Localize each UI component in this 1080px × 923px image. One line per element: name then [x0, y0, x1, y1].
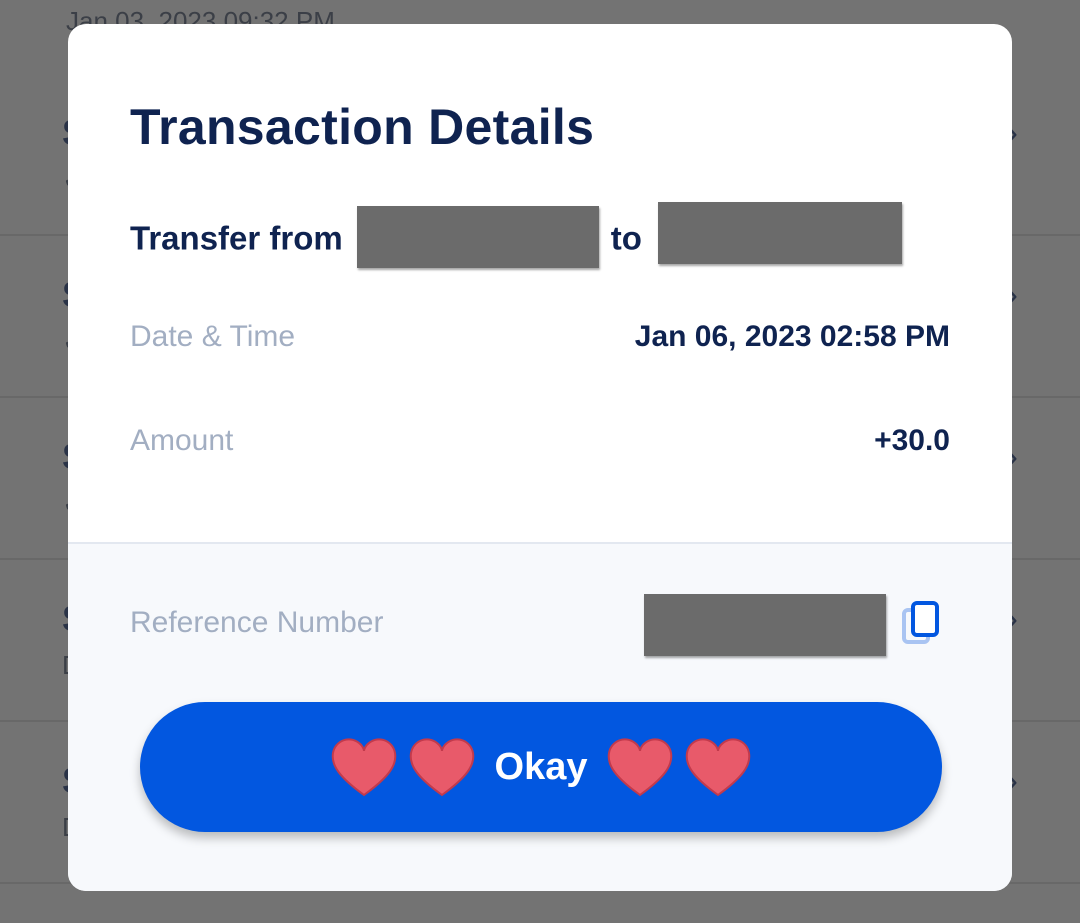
date-time-value: Jan 06, 2023 02:58 PM — [634, 320, 950, 353]
redacted-recipient — [657, 202, 902, 264]
transaction-details-dialog: Transaction Details Transfer from to Date… — [68, 24, 1012, 891]
okay-button[interactable]: Okay — [140, 702, 942, 832]
transfer-description: Transfer from to — [130, 202, 902, 272]
dialog-title: Transaction Details — [130, 99, 595, 155]
heart-icon — [331, 738, 396, 797]
date-time-label: Date & Time — [130, 320, 296, 353]
transfer-from-label: Transfer from — [130, 219, 343, 257]
reference-section: Reference Number Okay — [68, 542, 1012, 891]
copy-icon[interactable] — [902, 600, 940, 646]
heart-icon — [608, 738, 673, 797]
redacted-reference-number — [644, 594, 886, 656]
amount-value: +30.0 — [874, 424, 950, 457]
heart-icon — [409, 738, 474, 797]
transfer-to-label: to — [610, 219, 642, 257]
amount-label: Amount — [130, 424, 234, 457]
redacted-sender — [356, 206, 599, 268]
okay-button-label: Okay — [494, 745, 588, 788]
reference-number-label: Reference Number — [130, 606, 384, 639]
heart-icon — [686, 738, 751, 797]
